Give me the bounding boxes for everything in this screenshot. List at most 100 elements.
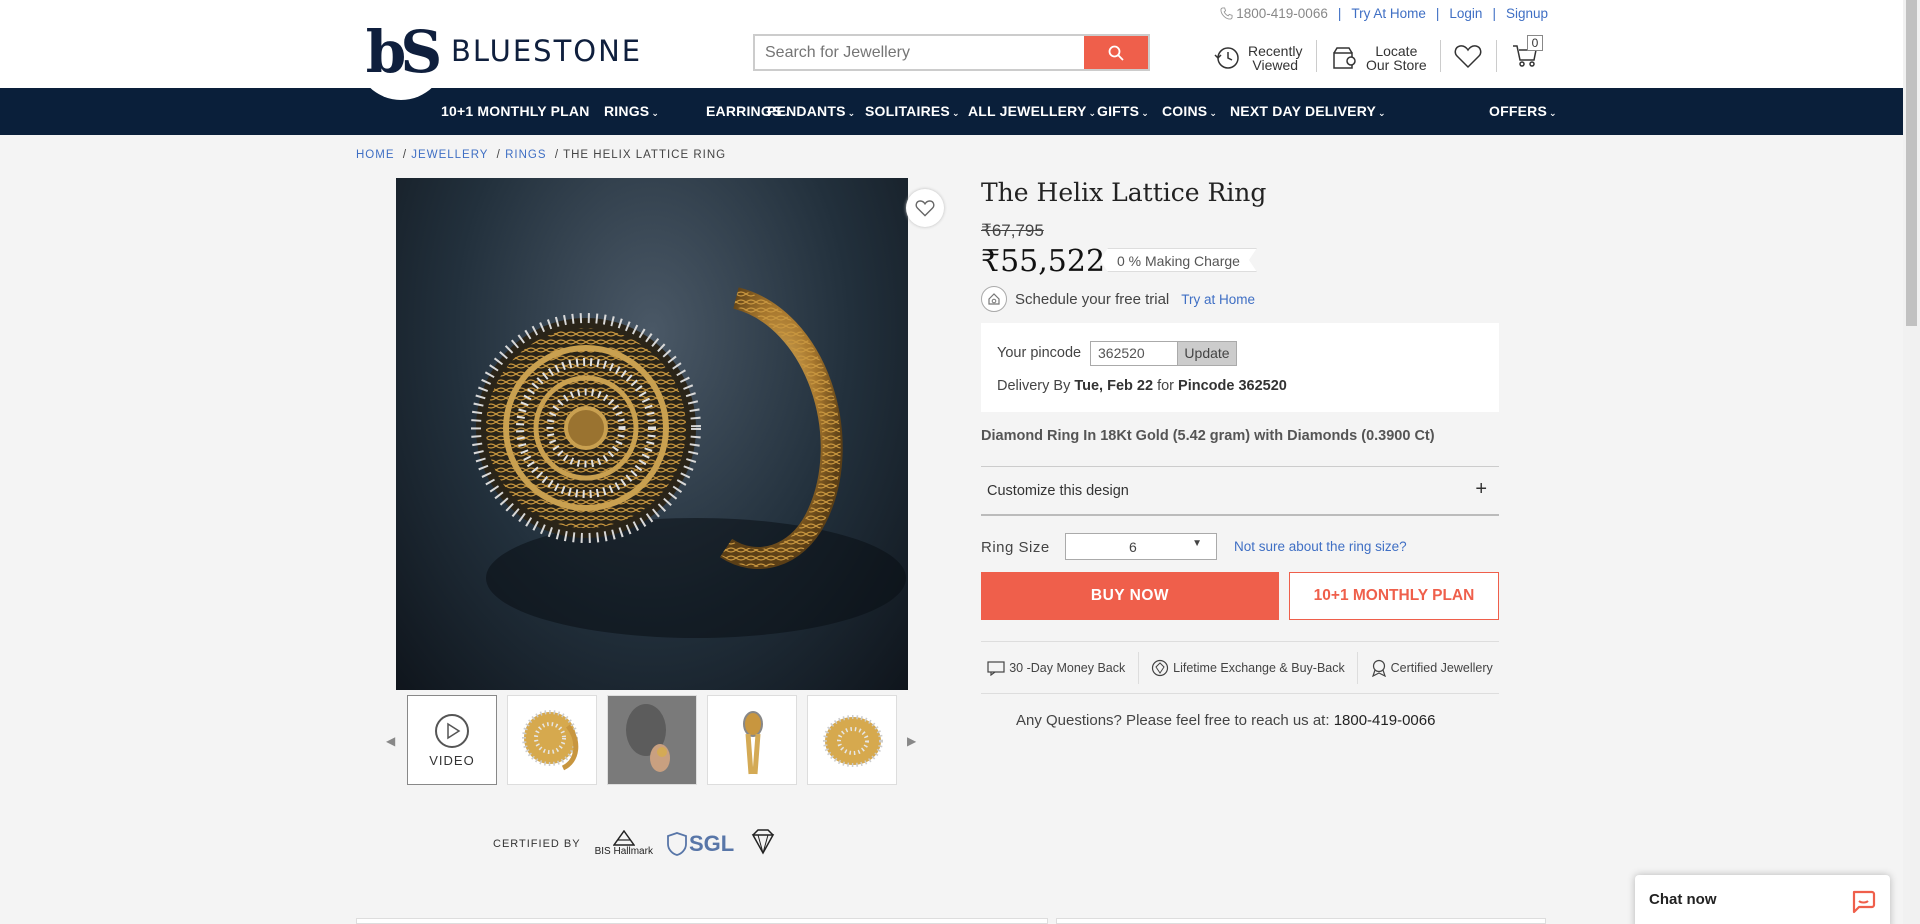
add-to-wishlist-button[interactable] xyxy=(906,189,944,227)
thumb-image-2[interactable] xyxy=(607,695,697,785)
nav-solitaires[interactable]: SOLITAIRES ⌄ xyxy=(865,88,960,135)
diamond-icon xyxy=(751,829,775,855)
separator: | xyxy=(1435,6,1440,21)
video-label: VIDEO xyxy=(429,752,475,768)
main-nav: 10+1 MONTHLY PLAN RINGS ⌄ EARRINGS ⌄ PENDA… xyxy=(0,88,1903,135)
bis-triangle-icon xyxy=(612,830,635,846)
locate-store-button[interactable]: Locate Our Store xyxy=(1332,44,1427,72)
pincode-input[interactable]: 362520 xyxy=(1090,341,1178,366)
separator: | xyxy=(1337,6,1342,21)
login-link[interactable]: Login xyxy=(1449,6,1482,21)
product-main-image[interactable] xyxy=(396,178,908,690)
thumb-prev-arrow[interactable]: ◀ xyxy=(386,734,395,748)
logo[interactable]: bS xyxy=(356,0,446,100)
exchange-icon xyxy=(1152,659,1169,676)
logo-text[interactable]: BLUESTONE xyxy=(451,34,642,68)
card-edge xyxy=(356,918,1048,924)
heart-icon xyxy=(915,200,935,217)
customize-label: Customize this design xyxy=(987,483,1129,499)
free-trial-row: Schedule your free trial Try at Home xyxy=(981,286,1255,312)
money-back-label: 30 -Day Money Back xyxy=(1009,660,1126,675)
breadcrumb-sep: / xyxy=(402,149,408,161)
nav-label: 10+1 MONTHLY PLAN xyxy=(441,103,590,119)
chevron-down-icon: ⌄ xyxy=(1548,108,1557,118)
delivery-for: for xyxy=(1157,378,1175,394)
nav-coins[interactable]: COINS ⌄ xyxy=(1162,88,1217,135)
phone-icon xyxy=(1220,7,1233,20)
breadcrumb: HOME / JEWELLERY / RINGS / THE HELIX LAT… xyxy=(356,149,726,161)
page-scrollbar[interactable] xyxy=(1903,0,1920,924)
signup-link[interactable]: Signup xyxy=(1506,6,1548,21)
recently-viewed-button[interactable]: Recently Viewed xyxy=(1214,44,1302,72)
phone-link[interactable]: 1800-419-0066 xyxy=(1220,6,1328,21)
original-price: ₹67,795 xyxy=(981,221,1044,240)
ring-thumbnail xyxy=(508,696,596,784)
bis-label: BIS Hallmark xyxy=(594,846,653,857)
plus-icon: + xyxy=(1475,478,1487,500)
money-back-badge: 30 -Day Money Back xyxy=(987,660,1125,676)
search-button[interactable] xyxy=(1084,36,1148,69)
nav-gifts[interactable]: GIFTS ⌄ xyxy=(1097,88,1149,135)
nav-label: NEXT DAY DELIVERY xyxy=(1230,103,1377,119)
nav-offers[interactable]: OFFERS ⌄ xyxy=(1489,88,1557,135)
thumb-image-1[interactable] xyxy=(507,695,597,785)
thumb-image-4[interactable] xyxy=(807,695,897,785)
ring-size-help-link[interactable]: Not sure about the ring size? xyxy=(1234,539,1407,554)
monthly-plan-button[interactable]: 10+1 MONTHLY PLAN xyxy=(1289,572,1499,620)
scrollbar-thumb[interactable] xyxy=(1906,0,1917,326)
locate-label-2: Our Store xyxy=(1366,57,1427,73)
chat-widget[interactable]: Chat now xyxy=(1635,875,1890,924)
breadcrumb-current: THE HELIX LATTICE RING xyxy=(563,149,727,161)
nav-label: GIFTS xyxy=(1097,103,1140,119)
search-bar xyxy=(753,34,1150,71)
ring-size-label: Ring Size xyxy=(981,538,1050,556)
nav-label: ALL JEWELLERY xyxy=(968,103,1087,119)
try-at-home-link[interactable]: Try At Home xyxy=(1351,6,1426,21)
thumb-video[interactable]: VIDEO xyxy=(407,695,497,785)
chevron-down-icon: ⌄ xyxy=(847,108,856,118)
making-charge-badge: 0 % Making Charge xyxy=(1100,248,1257,272)
thumb-next-arrow[interactable]: ▶ xyxy=(907,734,916,748)
certified-badge: Certified Jewellery xyxy=(1371,659,1493,677)
trust-badges: 30 -Day Money Back Lifetime Exchange & B… xyxy=(981,641,1499,694)
questions-phone[interactable]: 1800-419-0066 xyxy=(1334,712,1436,729)
ring-size-select[interactable]: 6 ▼ xyxy=(1065,533,1217,560)
below-fold-cards xyxy=(356,918,1546,924)
chevron-down-icon: ⌄ xyxy=(1141,108,1149,118)
ring-illustration xyxy=(471,287,906,638)
customize-design-toggle[interactable]: Customize this design + xyxy=(981,466,1499,516)
try-at-home-link[interactable]: Try at Home xyxy=(1181,292,1255,307)
shield-icon xyxy=(667,831,687,856)
pincode-panel: Your pincode 362520 Update Delivery By T… xyxy=(981,323,1499,412)
nav-label: OFFERS xyxy=(1489,103,1547,119)
nav-pendants[interactable]: PENDANTS ⌄ xyxy=(767,88,855,135)
nav-next-day-delivery[interactable]: NEXT DAY DELIVERY ⌄ xyxy=(1230,88,1386,135)
wishlist-button[interactable] xyxy=(1454,43,1482,69)
nav-label: PENDANTS xyxy=(767,103,846,119)
nav-rings[interactable]: RINGS ⌄ xyxy=(604,88,659,135)
chevron-down-icon: ⌄ xyxy=(1088,108,1097,118)
exchange-badge: Lifetime Exchange & Buy-Back xyxy=(1151,659,1345,677)
delivery-date: Tue, Feb 22 xyxy=(1074,378,1154,394)
nav-monthly-plan[interactable]: 10+1 MONTHLY PLAN xyxy=(441,88,590,135)
ring-size-value: 6 xyxy=(1129,539,1137,555)
separator: | xyxy=(1492,6,1496,21)
divider xyxy=(1496,40,1497,72)
recently-viewed-label-1: Recently xyxy=(1248,43,1303,59)
buy-now-button[interactable]: BUY NOW xyxy=(981,572,1279,620)
search-input[interactable] xyxy=(755,36,1084,69)
home-trial-icon xyxy=(981,286,1007,312)
divider xyxy=(1357,651,1359,684)
contact-questions: Any Questions? Please feel free to reach… xyxy=(1016,712,1435,729)
current-price: ₹55,522 xyxy=(981,244,1106,279)
breadcrumb-sep: / xyxy=(554,149,560,161)
pincode-update-button[interactable]: Update xyxy=(1177,341,1237,366)
nav-all-jewellery[interactable]: ALL JEWELLERY ⌄ xyxy=(968,88,1096,135)
thumb-image-3[interactable] xyxy=(707,695,797,785)
breadcrumb-home[interactable]: HOME xyxy=(356,149,395,161)
breadcrumb-rings[interactable]: RINGS xyxy=(505,149,546,161)
chat-bubble-icon xyxy=(1850,888,1876,919)
diamond-cert-logo xyxy=(748,827,778,860)
heart-icon xyxy=(1454,45,1482,69)
breadcrumb-jewellery[interactable]: JEWELLERY xyxy=(411,149,488,161)
